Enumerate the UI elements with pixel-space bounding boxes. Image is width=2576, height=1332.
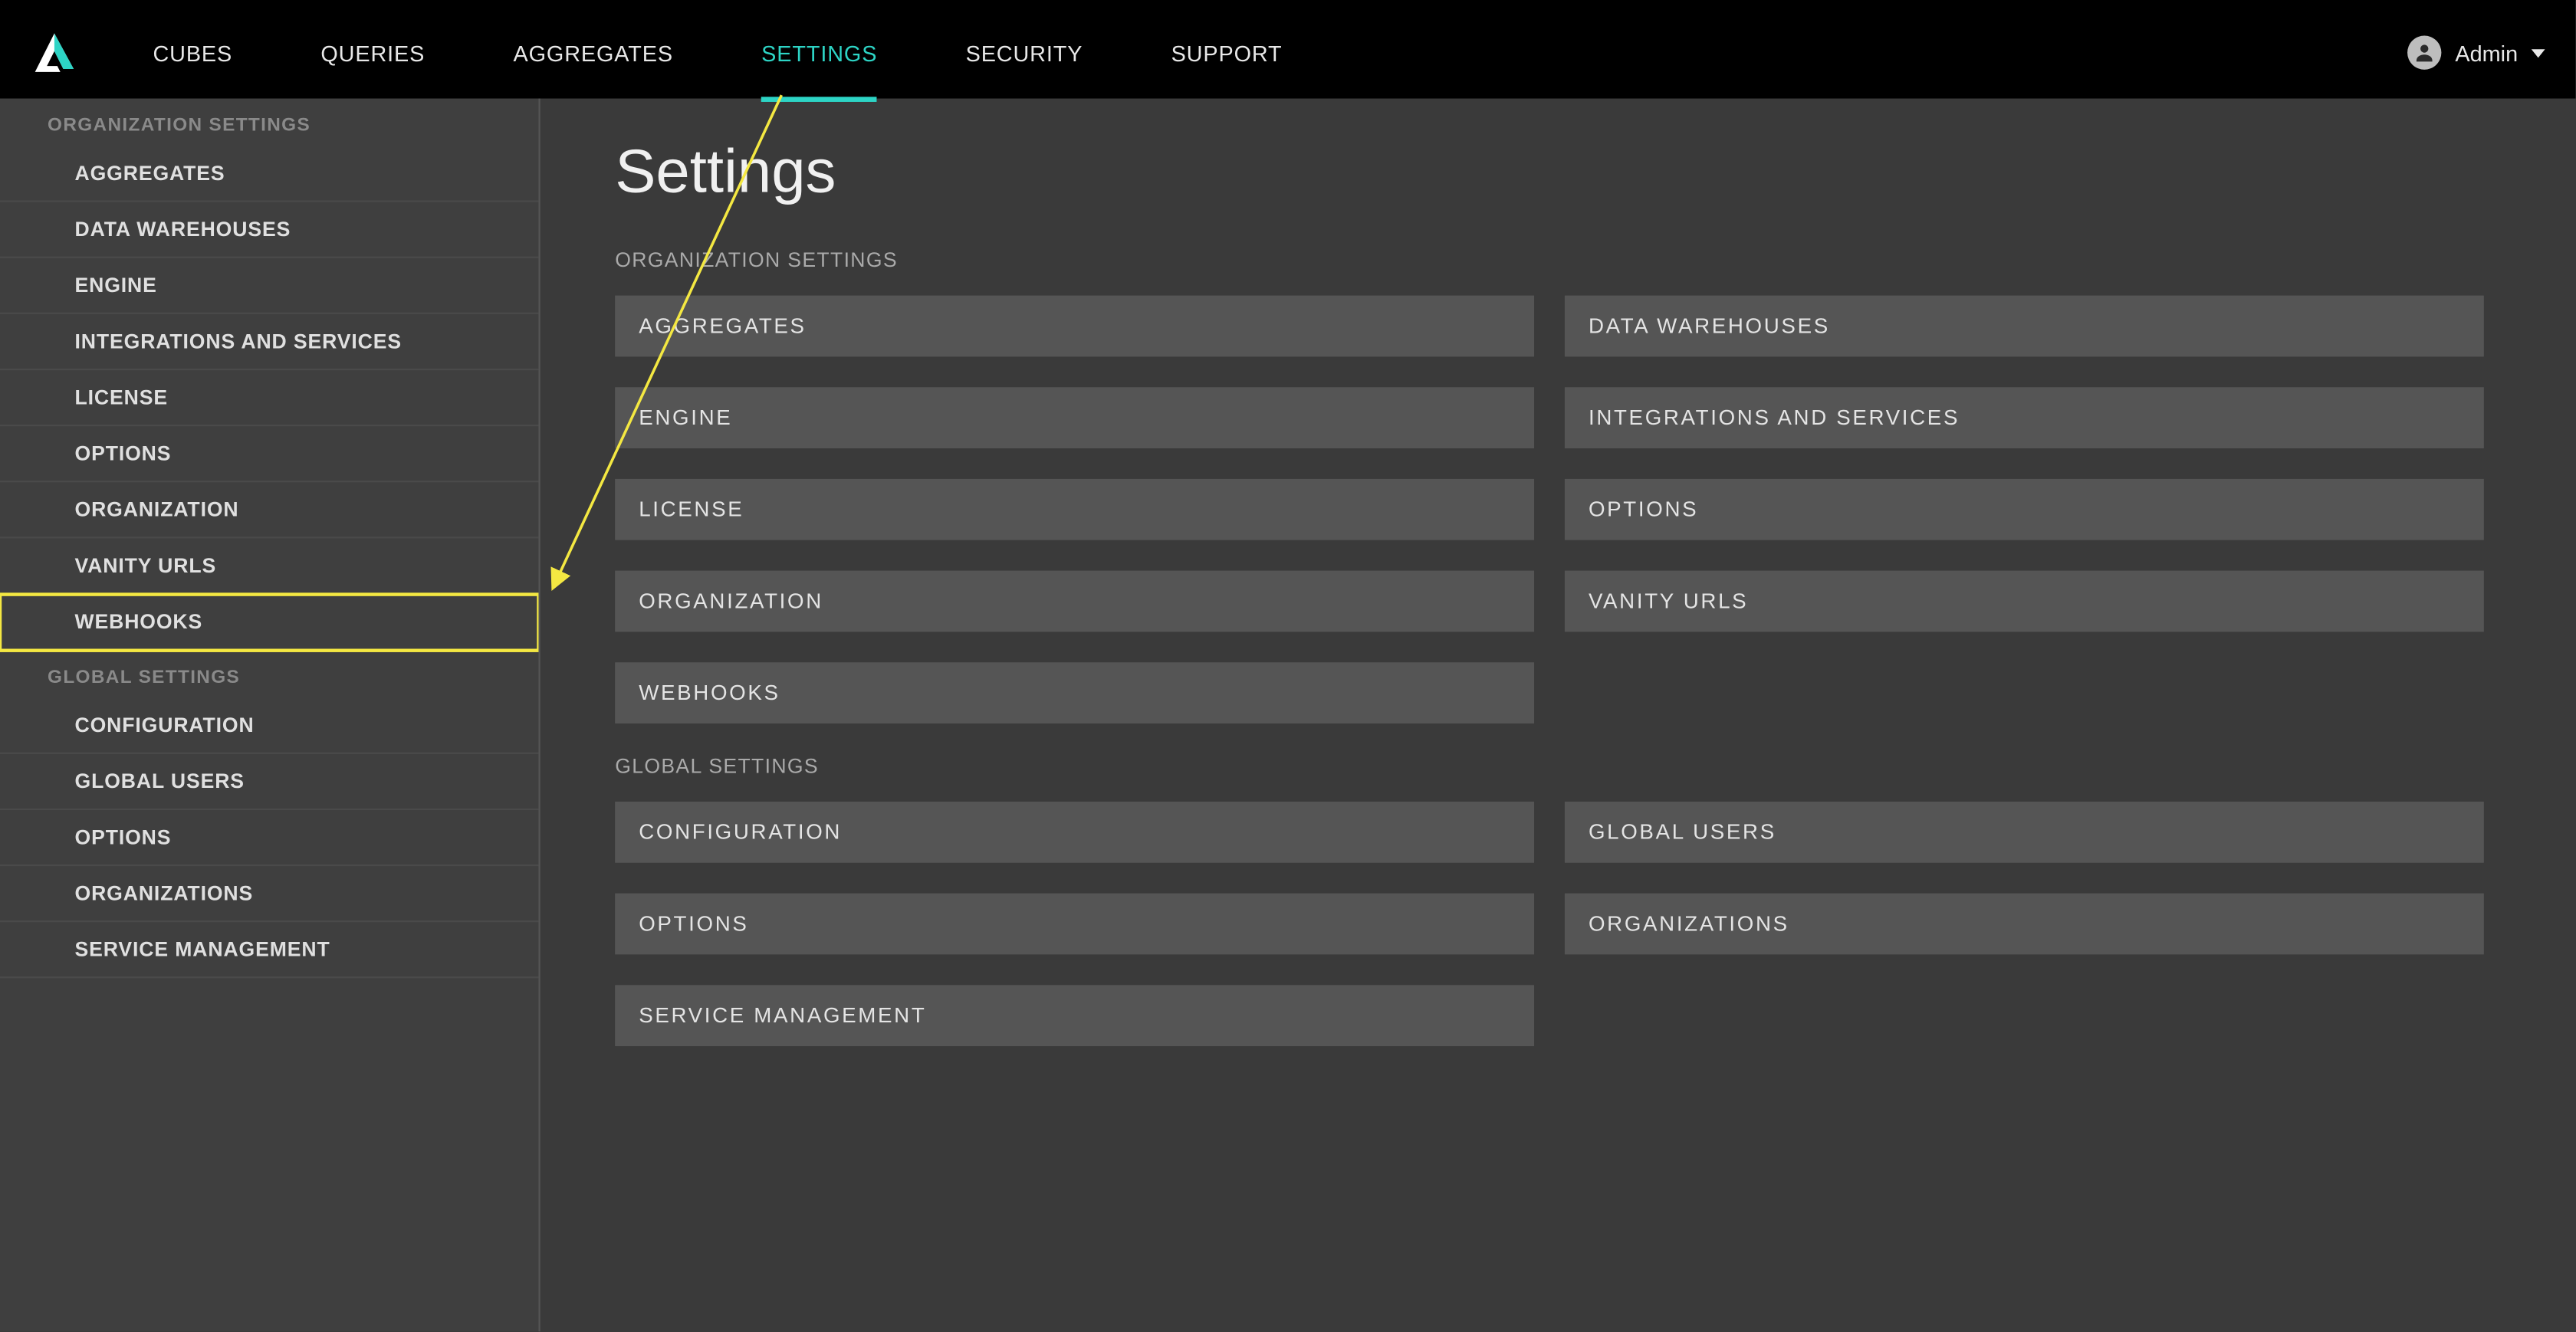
tile-webhooks[interactable]: WEBHOOKS <box>615 662 1534 723</box>
main-content: Settings ORGANIZATION SETTINGS AGGREGATES… <box>540 99 2576 1332</box>
tile-label: LICENSE <box>639 497 744 521</box>
nav-item-security[interactable]: SECURITY <box>922 7 1127 99</box>
sidebar-section-title: GLOBAL SETTINGS <box>0 651 538 698</box>
tile-label: SERVICE MANAGEMENT <box>639 1004 926 1028</box>
tile-label: ORGANIZATIONS <box>1589 912 1789 936</box>
sidebar-item-aggregates[interactable]: AGGREGATES <box>0 146 538 202</box>
sidebar-item-label: AGGREGATES <box>75 162 225 185</box>
tile-integrations-and-services[interactable]: INTEGRATIONS AND SERVICES <box>1565 387 2484 448</box>
sidebar-item-label: ENGINE <box>75 274 157 297</box>
sidebar-item-label: OPTIONS <box>75 441 172 465</box>
tile-global-users[interactable]: GLOBAL USERS <box>1565 802 2484 863</box>
sidebar-item-label: WEBHOOKS <box>75 610 203 634</box>
sidebar-item-label: ORGANIZATIONS <box>75 881 254 905</box>
sidebar-item-data-warehouses[interactable]: DATA WAREHOUSES <box>0 202 538 258</box>
tile-organization[interactable]: ORGANIZATION <box>615 571 1534 632</box>
sidebar-item-engine[interactable]: ENGINE <box>0 258 538 314</box>
sidebar-item-organization[interactable]: ORGANIZATION <box>0 482 538 538</box>
tile-label: OPTIONS <box>1589 497 1698 521</box>
tile-service-management[interactable]: SERVICE MANAGEMENT <box>615 985 1534 1046</box>
main-nav: CUBES QUERIES AGGREGATES SETTINGS SECURITY SU… <box>109 7 2390 99</box>
nav-item-support[interactable]: SUPPORT <box>1127 7 1326 99</box>
avatar-icon <box>2407 36 2441 70</box>
nav-item-cubes[interactable]: CUBES <box>109 7 277 99</box>
sidebar-item-label: INTEGRATIONS AND SERVICES <box>75 330 402 353</box>
nav-item-label: AGGREGATES <box>514 40 673 65</box>
sidebar-item-license[interactable]: LICENSE <box>0 370 538 426</box>
sidebar-section-title: ORGANIZATION SETTINGS <box>0 99 538 146</box>
nav-item-label: CUBES <box>153 40 232 65</box>
tile-organizations[interactable]: ORGANIZATIONS <box>1565 894 2484 955</box>
sidebar-item-label: OPTIONS <box>75 825 172 849</box>
sidebar-item-label: CONFIGURATION <box>75 714 255 737</box>
sidebar-item-options[interactable]: OPTIONS <box>0 426 538 482</box>
tile-label: INTEGRATIONS AND SERVICES <box>1589 406 1960 430</box>
sidebar-item-integrations-and-services[interactable]: INTEGRATIONS AND SERVICES <box>0 314 538 370</box>
nav-item-settings[interactable]: SETTINGS <box>718 7 922 99</box>
nav-item-label: SECURITY <box>966 40 1083 65</box>
tile-label: ENGINE <box>639 406 732 430</box>
tile-license[interactable]: LICENSE <box>615 479 1534 540</box>
tile-grid: AGGREGATES DATA WAREHOUSES ENGINE INTEGRATI… <box>615 296 2484 723</box>
user-menu[interactable]: Admin <box>2390 36 2562 70</box>
tile-grid: CONFIGURATION GLOBAL USERS OPTIONS ORGANIZA… <box>615 802 2484 1046</box>
page-title: Settings <box>615 136 2484 207</box>
sidebar: ORGANIZATION SETTINGS AGGREGATES DATA WARE… <box>0 99 540 1332</box>
tile-configuration[interactable]: CONFIGURATION <box>615 802 1534 863</box>
tile-aggregates[interactable]: AGGREGATES <box>615 296 1534 357</box>
tile-label: GLOBAL USERS <box>1589 820 1776 844</box>
tile-vanity-urls[interactable]: VANITY URLS <box>1565 571 2484 632</box>
sidebar-item-label: ORGANIZATION <box>75 497 239 521</box>
nav-item-queries[interactable]: QUERIES <box>277 7 469 99</box>
sidebar-item-vanity-urls[interactable]: VANITY URLS <box>0 538 538 594</box>
sidebar-item-label: GLOBAL USERS <box>75 769 245 793</box>
topbar: CUBES QUERIES AGGREGATES SETTINGS SECURITY SU… <box>0 0 2575 99</box>
chevron-down-icon <box>2532 48 2545 57</box>
sidebar-item-organizations[interactable]: ORGANIZATIONS <box>0 866 538 922</box>
section-title: ORGANIZATION SETTINGS <box>615 248 2484 272</box>
sidebar-item-label: VANITY URLS <box>75 553 217 577</box>
sidebar-item-label: LICENSE <box>75 385 168 409</box>
sidebar-item-configuration[interactable]: CONFIGURATION <box>0 698 538 754</box>
nav-item-label: QUERIES <box>320 40 425 65</box>
sidebar-item-webhooks[interactable]: WEBHOOKS <box>0 595 538 651</box>
section-title: GLOBAL SETTINGS <box>615 754 2484 778</box>
tile-label: AGGREGATES <box>639 314 806 338</box>
nav-item-label: SUPPORT <box>1171 40 1283 65</box>
tile-label: OPTIONS <box>639 912 748 936</box>
sidebar-item-service-management[interactable]: SERVICE MANAGEMENT <box>0 922 538 978</box>
tile-data-warehouses[interactable]: DATA WAREHOUSES <box>1565 296 2484 357</box>
tile-engine[interactable]: ENGINE <box>615 387 1534 448</box>
app-logo[interactable] <box>21 31 89 75</box>
tile-label: WEBHOOKS <box>639 681 780 705</box>
tile-label: DATA WAREHOUSES <box>1589 314 1830 338</box>
nav-item-label: SETTINGS <box>761 40 877 65</box>
sidebar-item-global-users[interactable]: GLOBAL USERS <box>0 754 538 810</box>
tile-label: CONFIGURATION <box>639 820 842 844</box>
sidebar-item-label: DATA WAREHOUSES <box>75 218 291 241</box>
sidebar-item-options[interactable]: OPTIONS <box>0 810 538 866</box>
nav-item-aggregates[interactable]: AGGREGATES <box>469 7 718 99</box>
sidebar-item-label: SERVICE MANAGEMENT <box>75 937 330 961</box>
tile-label: ORGANIZATION <box>639 589 823 613</box>
tile-options[interactable]: OPTIONS <box>615 894 1534 955</box>
tile-label: VANITY URLS <box>1589 589 1748 613</box>
user-name: Admin <box>2455 40 2518 65</box>
tile-options[interactable]: OPTIONS <box>1565 479 2484 540</box>
